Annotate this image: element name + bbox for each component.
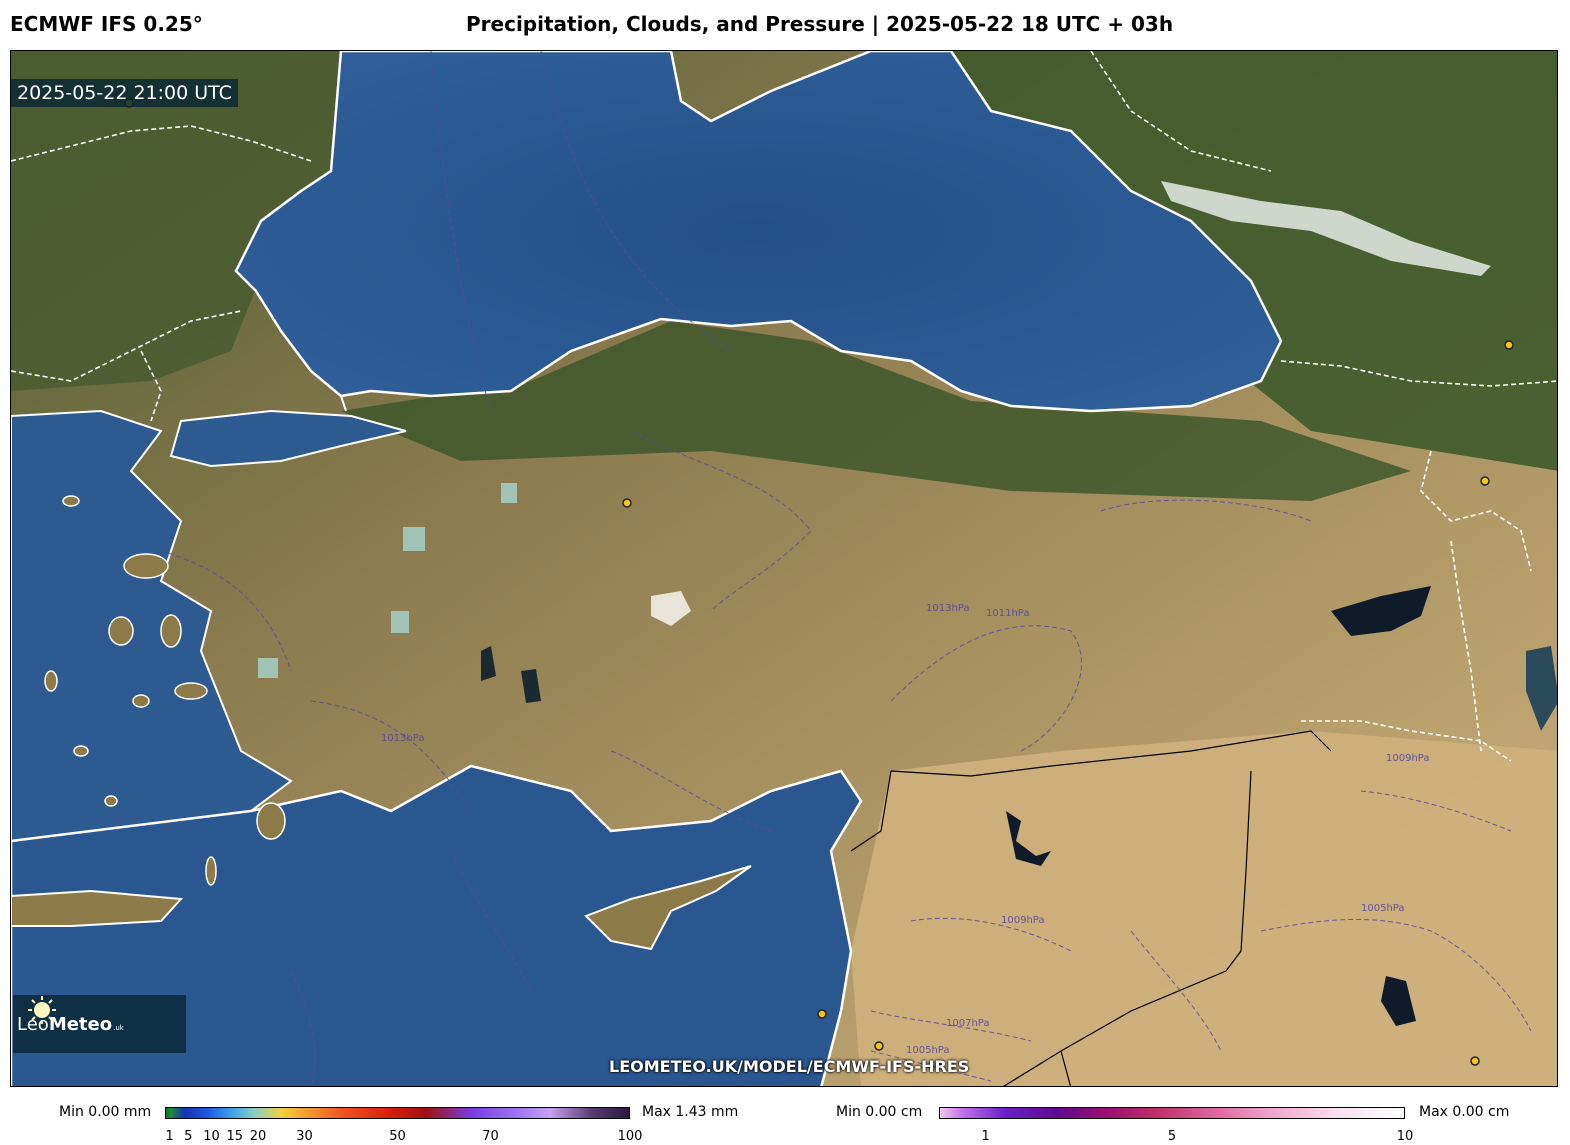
isobar-label: 1011hPa xyxy=(986,608,1030,619)
isobar-label: 1009hPa xyxy=(1001,915,1045,926)
isobar-label: 1009hPa xyxy=(1386,753,1430,764)
precip-tick-label: 20 xyxy=(249,1129,267,1144)
map-panel[interactable]: 1013hPa 1011hPa 1009hPa 1007hPa 1005hPa … xyxy=(10,50,1558,1087)
precip-tick-label: 50 xyxy=(389,1129,406,1144)
precip-tick-label: 10 xyxy=(203,1129,220,1144)
snow-max-label: Max 0.00 cm xyxy=(1419,1104,1510,1120)
sun-icon xyxy=(28,996,56,1024)
precip-tick-label: 30 xyxy=(296,1129,313,1144)
snow-tick-label: 5 xyxy=(1167,1129,1177,1144)
isobar-label: 1005hPa xyxy=(906,1045,950,1056)
precip-tick-label: 100 xyxy=(617,1129,643,1144)
logo-suffix: .uk xyxy=(113,1023,124,1032)
logo-bold: Meteo xyxy=(48,1013,113,1035)
isobar-label: 1007hPa xyxy=(946,1018,990,1029)
precip-colorbar xyxy=(165,1107,630,1119)
isobar-label: 1013hPa xyxy=(381,733,425,744)
model-name: ECMWF IFS 0.25° xyxy=(10,12,203,36)
isobar-label: 1013hPa xyxy=(926,603,970,614)
map-canvas: 1013hPa 1011hPa 1009hPa 1007hPa 1005hPa … xyxy=(11,51,1557,1086)
valid-time-label: 2025-05-22 21:00 UTC xyxy=(11,79,238,107)
leometeo-logo[interactable]: LeoMeteo.uk xyxy=(13,995,186,1053)
source-url[interactable]: LEOMETEO.UK/MODEL/ECMWF-IFS-HRES xyxy=(609,1057,969,1076)
chart-title: Precipitation, Clouds, and Pressure | 20… xyxy=(466,12,1174,36)
isobar-label: 1005hPa xyxy=(1361,903,1405,914)
precip-min-label: Min 0.00 mm xyxy=(59,1104,152,1120)
syrian-desert xyxy=(851,731,1557,1086)
snow-tick-label: 10 xyxy=(1396,1129,1414,1144)
precip-tick-label: 5 xyxy=(184,1129,193,1144)
precip-tick-label: 70 xyxy=(482,1129,499,1144)
precip-tick-label: 1 xyxy=(165,1129,174,1144)
crete xyxy=(11,889,184,927)
precip-tick-label: 15 xyxy=(226,1129,244,1144)
precip-max-label: Max 1.43 mm xyxy=(642,1104,739,1120)
snow-colorbar xyxy=(939,1107,1405,1119)
snow-tick-label: 1 xyxy=(981,1129,990,1144)
snow-min-label: Min 0.00 cm xyxy=(836,1104,923,1120)
